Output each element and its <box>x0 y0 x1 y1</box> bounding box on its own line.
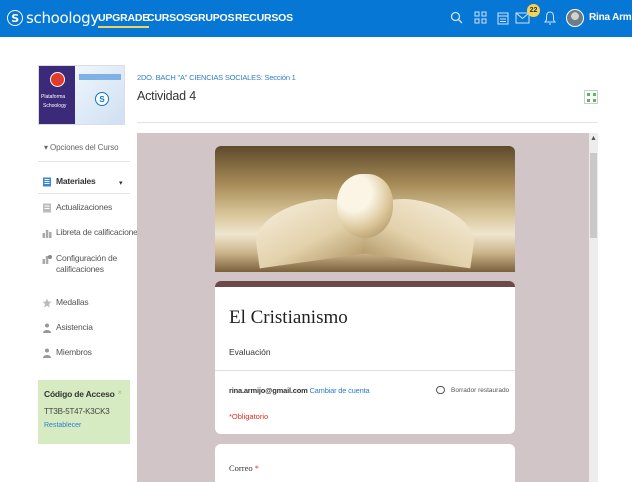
form-header-card: El Cristianismo Evaluación rina.armijo@g… <box>215 281 515 434</box>
sidebar-item-asistencia[interactable]: Asistencia <box>42 322 93 333</box>
form-description: Evaluación <box>229 347 271 357</box>
materials-icon <box>43 177 51 187</box>
reset-access-code-link[interactable]: Restablecer <box>44 422 124 429</box>
nav-upgrade[interactable]: UPGRADE <box>98 12 149 28</box>
sidebar-item-actualizaciones[interactable]: Actualizaciones <box>42 202 112 213</box>
close-icon[interactable]: × <box>117 388 122 397</box>
course-image-text-1: Plataforma <box>41 94 66 100</box>
user-name[interactable]: Rina Armijo <box>589 12 632 23</box>
search-icon[interactable] <box>450 11 463 24</box>
apps-grid-icon[interactable] <box>474 11 487 24</box>
course-image-bar <box>79 74 121 80</box>
schoology-logo[interactable]: S schoology <box>7 8 99 28</box>
card-divider <box>215 370 515 371</box>
logo-text: schoology <box>26 9 99 27</box>
schoology-s-icon: S <box>7 10 23 26</box>
heart-pages <box>337 174 393 238</box>
form-title: El Cristianismo <box>229 307 348 328</box>
updates-icon <box>43 203 51 213</box>
bell-icon[interactable] <box>544 11 556 25</box>
breadcrumb[interactable]: 2DO. BACH "A" CIENCIAS SOCIALES: Sección… <box>137 73 296 82</box>
email-question-card: Correo * <box>215 444 515 482</box>
chevron-down-icon[interactable]: ▾ <box>119 179 123 187</box>
field-label-text: Correo <box>229 463 253 473</box>
access-code-title: Código de Acceso <box>44 389 115 399</box>
gradebook-icon <box>42 230 52 238</box>
nav-grupos[interactable]: GRUPOS <box>190 12 235 24</box>
sidebar-item-label: Libreta de calificaciones <box>56 227 142 237</box>
account-email: rina.armijo@gmail.com <box>229 386 308 395</box>
switch-account-link[interactable]: Cambiar de cuenta <box>309 386 369 395</box>
access-code-value: TT3B-5T47-K3CK3 <box>44 407 110 416</box>
draft-status-text: Borrador restaurado <box>451 386 510 394</box>
sidebar-item-medallas[interactable]: Medallas <box>42 297 89 308</box>
course-image-text-2: Schoology <box>43 103 67 109</box>
scroll-up-icon[interactable]: ▲ <box>590 135 597 142</box>
nav-recursos[interactable]: RECURSOS <box>235 12 293 24</box>
access-code-box: × Código de Acceso TT3B-5T47-K3CK3 Resta… <box>38 380 130 444</box>
form-header-image <box>215 146 515 272</box>
badge-icon <box>42 298 52 308</box>
sidebar-divider <box>38 193 130 194</box>
form-scrollbar[interactable]: ▲ <box>589 133 598 482</box>
notification-badge: 22 <box>527 4 540 17</box>
course-image: Plataforma Schoology S <box>38 65 125 125</box>
top-navigation-bar: S schoology UPGRADE CURSOS GRUPOS RECURS… <box>0 0 632 37</box>
grade-settings-icon <box>42 255 52 264</box>
embedded-form-frame: El Cristianismo Evaluación rina.armijo@g… <box>137 133 598 482</box>
email-field-label: Correo * <box>229 463 259 473</box>
fullscreen-icon[interactable] <box>584 90 598 104</box>
nav-cursos[interactable]: CURSOS <box>147 12 191 24</box>
account-info: rina.armijo@gmail.com Cambiar de cuenta <box>229 386 370 395</box>
sidebar-item-label: Configuración de calificaciones <box>56 253 118 274</box>
course-image-panel: Plataforma Schoology <box>39 66 75 124</box>
course-options-label: Opciones del Curso <box>50 143 119 152</box>
attendance-icon <box>43 323 51 333</box>
draft-status: Borrador restaurado <box>436 386 509 394</box>
title-divider <box>137 122 598 123</box>
sidebar-item-materiales[interactable]: Materiales <box>42 176 96 187</box>
calendar-icon[interactable] <box>497 11 509 25</box>
required-note: *Obligatorio <box>229 412 269 421</box>
page-title: Actividad 4 <box>137 89 196 103</box>
course-emblem-icon <box>50 72 65 87</box>
course-options-link[interactable]: ▾ Opciones del Curso <box>44 143 119 152</box>
sidebar-item-configuracion[interactable]: Configuración de calificaciones <box>42 253 128 275</box>
sidebar-item-label: Medallas <box>56 297 89 307</box>
cloud-icon <box>436 386 445 394</box>
sidebar-item-libreta[interactable]: Libreta de calificaciones <box>42 227 142 238</box>
sidebar-item-label: Miembros <box>56 347 92 357</box>
schoology-s-icon: S <box>95 92 109 106</box>
sidebar-divider <box>38 161 130 162</box>
sidebar-item-label: Materiales <box>56 176 96 186</box>
required-asterisk: * <box>254 463 259 473</box>
members-icon <box>43 348 51 358</box>
scrollbar-thumb[interactable] <box>590 153 597 238</box>
user-avatar[interactable] <box>566 9 584 27</box>
sidebar-item-label: Asistencia <box>56 322 93 332</box>
sidebar-item-label: Actualizaciones <box>56 202 113 212</box>
sidebar-item-miembros[interactable]: Miembros <box>42 347 92 358</box>
